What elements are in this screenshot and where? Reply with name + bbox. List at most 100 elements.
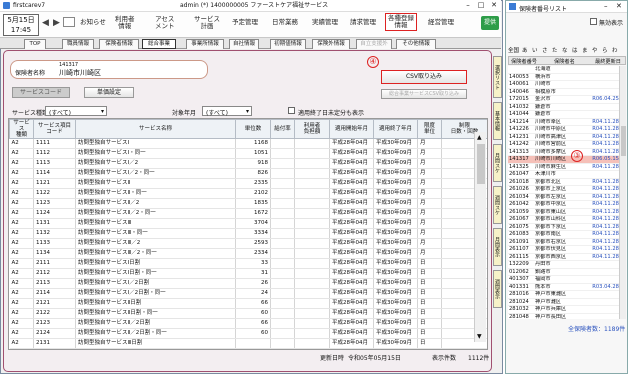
maximize-icon[interactable]: □ <box>475 1 487 9</box>
table-header-cell[interactable]: 単位数 <box>235 119 271 139</box>
table-row[interactable]: A2 1121 訪問型独自サービスⅡ 2335 平成28年04月 平成30年09月月 <box>9 178 487 189</box>
kana-filter-10[interactable]: わ <box>612 46 618 54</box>
table-row[interactable]: A2 1123 訪問型独自サービスⅡ／2 1835 平成28年04月 平成30年09月月 <box>9 198 487 209</box>
side-list-item[interactable]: 281032 神戸市兵庫区 <box>508 305 620 314</box>
kana-filter-1[interactable]: あ <box>522 46 528 54</box>
side-list-item[interactable]: 401331 熊本市 R03.04.28 <box>508 283 620 291</box>
kana-filter-2[interactable]: い <box>532 46 538 54</box>
close-icon[interactable]: ✕ <box>488 1 500 9</box>
nav-user-info[interactable]: 利用者 情報 <box>115 16 135 30</box>
table-row[interactable]: A2 2113 訪問型独自サービスⅠ／2日割 26 平成28年04月 平成30年09月日 <box>9 278 487 289</box>
side-list-item[interactable]: 281048 神戸市長田区 <box>508 313 620 319</box>
tab-independence[interactable]: 自立支援外 <box>356 39 392 49</box>
tab-other[interactable]: その他情報 <box>396 39 436 49</box>
tab-general-service[interactable]: 総合事業 <box>142 39 176 49</box>
side-list-item[interactable]: 140046 相模原市 <box>508 88 620 96</box>
csv-import-button[interactable]: CSV取り込み <box>381 70 467 84</box>
side-list-item[interactable]: 141325 川崎市麻生区 R04.11.28 <box>508 163 620 171</box>
side-list-item[interactable]: 140061 川崎市 <box>508 80 620 89</box>
vtab-monthly-schedule[interactable]: 月間スケ <box>493 144 502 182</box>
csv-import-service-button[interactable]: 総合事業サービスCSV取り込み <box>381 89 467 99</box>
tab-staff[interactable]: 職員情報 <box>62 39 94 49</box>
table-header-cell[interactable]: 限度 単位 <box>417 119 442 139</box>
side-list-item[interactable]: 北海道 <box>508 66 620 74</box>
table-row[interactable]: A2 1133 訪問型独自サービスⅢ／2 2593 平成28年04月 平成30年09月月 <box>9 238 487 249</box>
kana-filter-0[interactable]: 全国 <box>508 46 519 54</box>
side-list-item[interactable]: 140053 横浜市 <box>508 73 620 81</box>
side-list-item[interactable]: 141226 川崎市中原区 R04.11.28 <box>508 125 620 134</box>
table-header-cell[interactable]: 給付率 <box>270 119 295 139</box>
side-list-item[interactable]: 172015 金沢市 R06.04.25 <box>508 95 620 104</box>
tab-company[interactable]: 自社情報 <box>229 39 259 49</box>
minimize-icon[interactable]: – <box>462 1 474 9</box>
table-row[interactable]: A2 1122 訪問型独自サービスⅡ・同一 2102 平成28年04月 平成30年09月月 <box>9 188 487 199</box>
vtab-weekly-schedule[interactable]: 週間スケ <box>493 186 502 224</box>
side-list-item[interactable]: 261067 京都市山科区 R04.11.28 <box>508 215 620 224</box>
side-list-item[interactable]: 141231 川崎市高津区 R04.11.28 <box>508 133 620 141</box>
kana-filter-9[interactable]: ら <box>602 46 608 54</box>
nav-management[interactable]: 経営管理 <box>428 19 454 26</box>
year-select[interactable]: (すべて) ▾ <box>202 106 252 117</box>
table-row[interactable]: A2 1134 訪問型独自サービスⅢ／2・同一 2334 平成28年04月 平成30年09… <box>9 248 487 259</box>
tab-non-insurance[interactable]: 保険外情報 <box>312 39 350 49</box>
nav-schedule[interactable]: 予定管理 <box>232 19 258 26</box>
vtab-basic-info[interactable]: 基本情報 <box>493 102 502 140</box>
table-scrollbar[interactable]: ▲ ▼ <box>474 132 486 342</box>
side-list-item[interactable]: 141313 川崎市多摩区 R04.11.28 <box>508 148 620 156</box>
provide-button[interactable]: 提供 <box>481 16 499 30</box>
table-row[interactable]: A2 2131 訪問型独自サービスⅢ日割 平成28年04月 平成30年09月日 <box>9 338 487 349</box>
side-list-item[interactable]: 132209 丹田市 <box>508 260 620 269</box>
table-row[interactable]: A2 2121 訪問型独自サービスⅡ日割 66 平成28年04月 平成30年09月日 <box>9 298 487 309</box>
side-list-item[interactable]: 261083 京都市南区 R04.11.28 <box>508 230 620 239</box>
table-row[interactable]: A2 2112 訪問型独自サービスⅠ日割・同一 31 平成28年04月 平成30年09月日 <box>9 268 487 279</box>
scroll-up-icon[interactable]: ▲ <box>477 134 482 141</box>
side-list-item[interactable]: 281016 神戸市東灘区 <box>508 290 620 299</box>
close-icon[interactable]: ✕ <box>616 2 622 10</box>
table-row[interactable]: A2 1113 訪問型独自サービスⅠ／2 918 平成28年04月 平成30年09月月 <box>9 158 487 169</box>
service-kind-select[interactable]: (すべて) ▾ <box>45 106 107 117</box>
table-header-cell[interactable]: 利用者 負担額 <box>294 119 330 139</box>
service-code-tab[interactable]: サービスコード <box>12 87 70 98</box>
forward-arrow-icon[interactable]: ▶ <box>53 18 60 28</box>
table-row[interactable]: A2 2111 訪問型独自サービスⅠ日割 33 平成28年04月 平成30年09月日 <box>9 258 487 269</box>
table-row[interactable]: A2 2122 訪問型独自サービスⅡ日割・同一 60 平成28年04月 平成30年09月日 <box>9 308 487 319</box>
table-header-cell[interactable]: 適用終了年月 <box>373 119 418 139</box>
kana-filter-4[interactable]: た <box>552 46 558 54</box>
table-row[interactable]: A2 1124 訪問型独自サービスⅡ／2・同一 1672 平成28年04月 平成30年09… <box>9 208 487 219</box>
side-list-item[interactable]: 281024 神戸市灘区 <box>508 298 620 306</box>
side-list-item[interactable]: 261107 京都市伏見区 R04.11.28 <box>508 245 620 254</box>
unit-setting-tab[interactable]: 単価設定 <box>84 87 134 98</box>
table-row[interactable]: A2 2123 訪問型独自サービスⅡ／2日割 66 平成28年04月 平成30年09月日 <box>9 318 487 329</box>
table-row[interactable]: A2 1111 訪問型独自サービスⅠ 1168 平成28年04月 平成30年09月月 <box>9 138 487 149</box>
side-list-item[interactable]: 261018 京都市北区 R04.11.28 <box>508 178 620 186</box>
side-list-item[interactable]: 261059 京都市東山区 R04.11.28 <box>508 208 620 216</box>
nav-service-plan[interactable]: サービス 計画 <box>194 16 220 30</box>
side-list-item[interactable]: 141032 鎌倉市 <box>508 103 620 111</box>
table-row[interactable]: A2 1114 訪問型独自サービスⅠ／2・同一 826 平成28年04月 平成30年09月… <box>9 168 487 179</box>
minimize-icon[interactable]: – <box>604 2 608 10</box>
side-scrollbar[interactable] <box>619 66 626 319</box>
nav-assessment[interactable]: アセス メント <box>155 16 175 30</box>
side-list-item[interactable]: 141317 川崎市川崎区 R06.05.15 <box>508 155 620 164</box>
side-list-item[interactable]: 261034 京都市左京区 R04.11.28 <box>508 193 620 201</box>
tab-top[interactable]: TOP <box>24 39 46 49</box>
table-row[interactable]: A2 1131 訪問型独自サービスⅢ 3704 平成28年04月 平成30年09月月 <box>9 218 487 229</box>
table-row[interactable]: A2 1112 訪問型独自サービスⅠ・同一 1051 平成28年04月 平成30年09月月 <box>9 148 487 159</box>
side-list-item[interactable]: 261091 京都市右京区 R04.11.28 <box>508 238 620 246</box>
nav-record[interactable]: 実績管理 <box>312 19 338 26</box>
vtab-monthly-view[interactable]: 月間表示 <box>493 228 502 266</box>
kana-filter-3[interactable]: さ <box>542 46 548 54</box>
side-list-item[interactable]: 141242 川崎市宮前区 R04.11.28 <box>508 140 620 149</box>
tab-insurer[interactable]: 保険者情報 <box>99 39 139 49</box>
table-header-cell[interactable]: サービス項目 コード <box>33 119 76 139</box>
side-list-item[interactable]: 401307 福岡市 <box>508 275 620 284</box>
side-list-item[interactable]: 261026 京都市上京区 R04.11.28 <box>508 185 620 194</box>
table-row[interactable]: A2 1132 訪問型独自サービスⅢ・同一 3334 平成28年04月 平成30年09月月 <box>9 228 487 239</box>
side-list-item[interactable]: 261042 京都市中京区 R04.11.28 <box>508 200 620 209</box>
vtab-weekly-view[interactable]: 週間表示 <box>493 270 502 308</box>
side-list-item[interactable]: 261047 木津川市 <box>508 170 620 179</box>
scroll-thumb[interactable] <box>477 144 485 184</box>
nav-daily-work[interactable]: 日常業務 <box>272 19 298 26</box>
side-list-item[interactable]: 012062 釧路市 <box>508 268 620 276</box>
side-list-item[interactable]: 261075 京都市下京区 R04.11.28 <box>508 223 620 231</box>
